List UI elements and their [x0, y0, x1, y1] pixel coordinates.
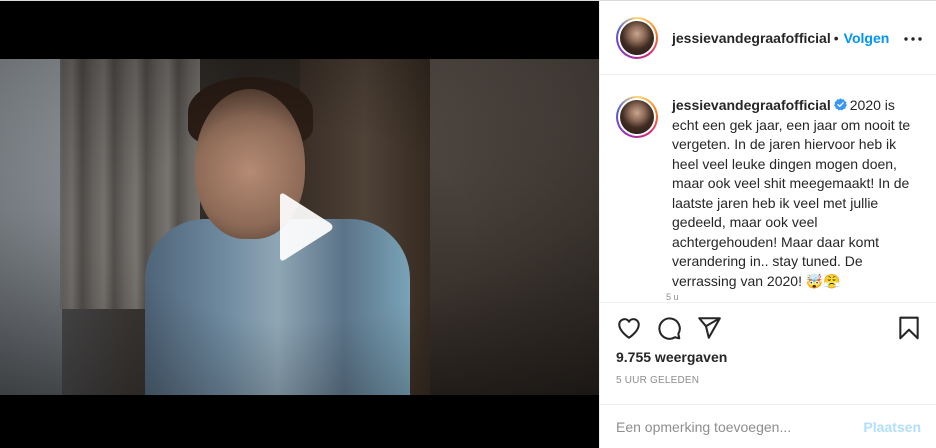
caption-time: 5 u	[666, 292, 679, 302]
send-icon[interactable]	[696, 315, 722, 341]
caption-avatar-image	[620, 100, 654, 134]
heart-icon[interactable]	[616, 315, 642, 341]
caption-text: jessievandegraafofficial 2020 is echt een…	[672, 96, 921, 302]
comment-icon[interactable]	[656, 315, 682, 341]
post-timestamp[interactable]: 5 UUR GELEDEN	[616, 375, 699, 386]
actions-section: 9.755 weergaven 5 UUR GELEDEN	[600, 302, 936, 413]
caption-username[interactable]: jessievandegraafofficial	[672, 97, 831, 113]
caption-body: 2020 is echt een gek jaar, een jaar om n…	[672, 97, 911, 289]
caption-section: jessievandegraafofficial 2020 is echt een…	[600, 76, 936, 302]
instagram-post-embed: jessievandegraafofficial • Volgen jessie…	[0, 0, 936, 448]
post-header: jessievandegraafofficial • Volgen	[600, 1, 936, 75]
more-horizontal-icon[interactable]	[903, 29, 923, 49]
bookmark-icon[interactable]	[896, 315, 922, 341]
caption-avatar-border	[618, 98, 656, 136]
post-side-panel: jessievandegraafofficial • Volgen jessie…	[599, 1, 936, 448]
video-player[interactable]	[0, 1, 599, 448]
action-bar	[616, 315, 921, 341]
caption-avatar[interactable]	[616, 96, 658, 138]
avatar-border	[618, 18, 656, 57]
header-username[interactable]: jessievandegraafofficial	[672, 30, 831, 46]
avatar-image	[620, 20, 654, 55]
comment-bar: Plaatsen	[600, 404, 936, 448]
header-separator: •	[833, 29, 839, 46]
play-icon[interactable]	[266, 191, 338, 263]
view-count[interactable]: 9.755 weergaven	[616, 349, 727, 365]
post-comment-button[interactable]: Plaatsen	[863, 419, 921, 435]
follow-button[interactable]: Volgen	[844, 30, 890, 46]
comment-input[interactable]	[616, 418, 864, 435]
avatar[interactable]	[616, 16, 658, 59]
verified-badge-icon	[833, 97, 847, 111]
